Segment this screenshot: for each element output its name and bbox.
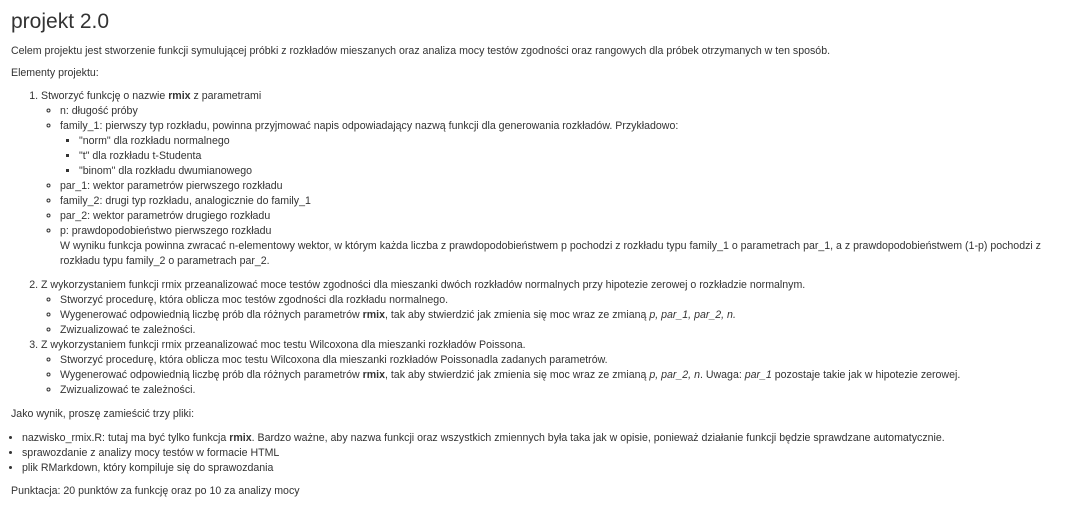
example-list: "norm" dla rozkładu normalnego "t" dla r…: [60, 134, 1065, 179]
task-2-text: Z wykorzystaniem funkcji rmix przeanaliz…: [41, 279, 806, 291]
task-3-item-2-post: pozostaje takie jak w hipotezie zerowej.: [771, 369, 961, 381]
param-family-1: family_1: pierwszy typ rozkładu, powinna…: [60, 119, 1065, 179]
task-3: Z wykorzystaniem funkcji rmix przeanaliz…: [41, 338, 1065, 398]
elements-heading: Elementy projektu:: [11, 67, 99, 79]
page-title: projekt 2.0: [11, 10, 110, 33]
scoring: Punktacja: 20 punktów za funkcję oraz po…: [11, 485, 300, 497]
task-2-list: Stworzyć procedurę, która oblicza moc te…: [41, 293, 1065, 338]
file-r-script: nazwisko_rmix.R: tutaj ma być tylko funk…: [22, 431, 1065, 446]
param-p-text: p: prawdopodobieństwo pierwszego rozkład…: [60, 225, 272, 237]
task-1: Stworzyć funkcję o nazwie rmix z paramet…: [41, 89, 1065, 269]
task-2-item-1: Stworzyć procedurę, która oblicza moc te…: [60, 293, 1065, 308]
task-3-item-2-mid: , tak aby stwierdzić jak zmienia się moc…: [384, 369, 650, 381]
task-3-item-2-pre: Wygenerować odpowiednią liczbę prób dla …: [60, 369, 363, 381]
example-t: "t" dla rozkładu t-Studenta: [79, 149, 1065, 164]
task-2-item-2: Wygenerować odpowiednią liczbę prób dla …: [60, 308, 1065, 323]
task-3-item-3: Zwizualizować te zależności.: [60, 383, 1065, 398]
example-binom: "binom" dla rozkładu dwumianowego: [79, 164, 1065, 179]
task-2-item-2-pre: Wygenerować odpowiednią liczbę prób dla …: [60, 309, 363, 321]
param-p: p: prawdopodobieństwo pierwszego rozkład…: [60, 224, 1065, 269]
param-family-1-text: family_1: pierwszy typ rozkładu, powinna…: [60, 120, 679, 132]
rmix-bold: rmix: [168, 90, 191, 102]
file-html-report: sprawozdanie z analizy mocy testów w for…: [22, 446, 1065, 461]
param-family-2: family_2: drugi typ rozkładu, analogiczn…: [60, 194, 1065, 209]
task-3-item-2-italic2: par_1: [744, 369, 772, 381]
param-par-2: par_2: wektor parametrów drugiego rozkła…: [60, 209, 1065, 224]
task-1-text-pre: Stworzyć funkcję o nazwie: [41, 90, 169, 102]
file-r-script-post: . Bardzo ważne, aby nazwa funkcji oraz w…: [251, 432, 945, 444]
intro-paragraph: Celem projektu jest stworzenie funkcji s…: [11, 45, 831, 57]
task-3-text: Z wykorzystaniem funkcji rmix przeanaliz…: [41, 339, 526, 351]
example-norm: "norm" dla rozkładu normalnego: [79, 134, 1065, 149]
task-3-item-2: Wygenerować odpowiednią liczbę prób dla …: [60, 368, 1065, 383]
task-3-item-2-italic: p, par_2, n: [649, 369, 700, 381]
task-2-item-3: Zwizualizować te zależności.: [60, 323, 1065, 338]
task-2: Z wykorzystaniem funkcji rmix przeanaliz…: [41, 278, 1065, 338]
task-2-item-2-italic: p, par_1, par_2, n.: [649, 309, 736, 321]
task-list: Stworzyć funkcję o nazwie rmix z paramet…: [11, 89, 1065, 398]
param-list: n: długość próby family_1: pierwszy typ …: [41, 104, 1065, 269]
task-2-item-2-bold: rmix: [362, 309, 385, 321]
file-rmarkdown: plik RMarkdown, który kompiluje się do s…: [22, 461, 1065, 476]
task-2-item-2-mid: , tak aby stwierdzić jak zmienia się moc…: [384, 309, 650, 321]
param-par-1: par_1: wektor parametrów pierwszego rozk…: [60, 179, 1065, 194]
document: projekt 2.0 Celem projektu jest stworzen…: [0, 0, 1075, 499]
files-list: nazwisko_rmix.R: tutaj ma być tylko funk…: [11, 431, 1065, 476]
task-3-item-1: Stworzyć procedurę, która oblicza moc te…: [60, 353, 1065, 368]
param-n: n: długość próby: [60, 104, 1065, 119]
task-1-text-post: z parametrami: [190, 90, 262, 102]
task-3-item-2-mid2: . Uwaga:: [699, 369, 745, 381]
file-r-script-bold: rmix: [229, 432, 252, 444]
param-p-note: W wyniku funkcja powinna zwracać n-eleme…: [60, 240, 1041, 267]
task-3-list: Stworzyć procedurę, która oblicza moc te…: [41, 353, 1065, 398]
file-r-script-pre: nazwisko_rmix.R: tutaj ma być tylko funk…: [22, 432, 230, 444]
task-3-item-2-bold: rmix: [362, 369, 385, 381]
result-heading: Jako wynik, proszę zamieścić trzy pliki:: [11, 408, 195, 420]
